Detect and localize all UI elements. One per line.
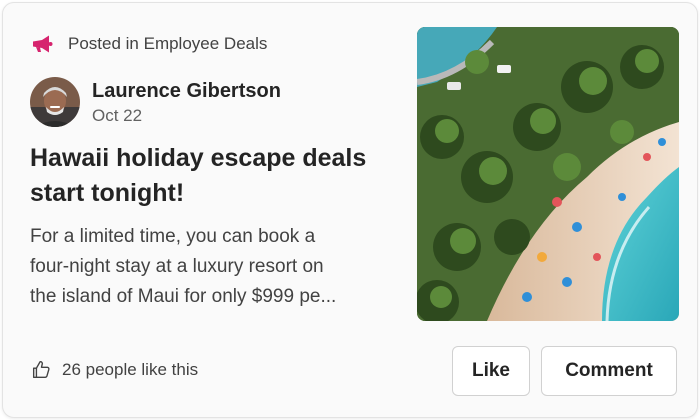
- excerpt-line: For a limited time, you can book a: [30, 226, 316, 247]
- thumbs-up-icon: [32, 360, 50, 379]
- channel-label: Posted in Employee Deals: [68, 34, 268, 53]
- author-meta: Laurence Gibertson Oct 22: [92, 78, 281, 127]
- like-button[interactable]: Like: [452, 346, 530, 396]
- megaphone-icon: [33, 35, 53, 53]
- headline-line: Hawaii holiday escape deals: [30, 144, 367, 172]
- likes-summary[interactable]: 26 people like this: [30, 359, 198, 381]
- post-headline[interactable]: Hawaii holiday escape deals start tonigh…: [30, 141, 400, 211]
- likes-count-text: 26 people like this: [62, 360, 199, 379]
- channel-row: Posted in Employee Deals: [30, 31, 267, 57]
- excerpt-line: the island of Maui for only $999 pe...: [30, 286, 337, 307]
- author-name[interactable]: Laurence Gibertson: [92, 78, 281, 104]
- news-post-card[interactable]: Posted in Employee Deals Laurence Gibert…: [2, 2, 698, 418]
- comment-button[interactable]: Comment: [541, 346, 677, 396]
- excerpt-line: four-night stay at a luxury resort on: [30, 256, 324, 277]
- avatar[interactable]: [30, 77, 80, 127]
- post-date: Oct 22: [92, 105, 143, 125]
- post-image[interactable]: [417, 27, 679, 321]
- post-excerpt: For a limited time, you can book a four-…: [30, 222, 396, 312]
- author-row: Laurence Gibertson Oct 22: [30, 77, 281, 127]
- headline-line: start tonight!: [30, 179, 185, 207]
